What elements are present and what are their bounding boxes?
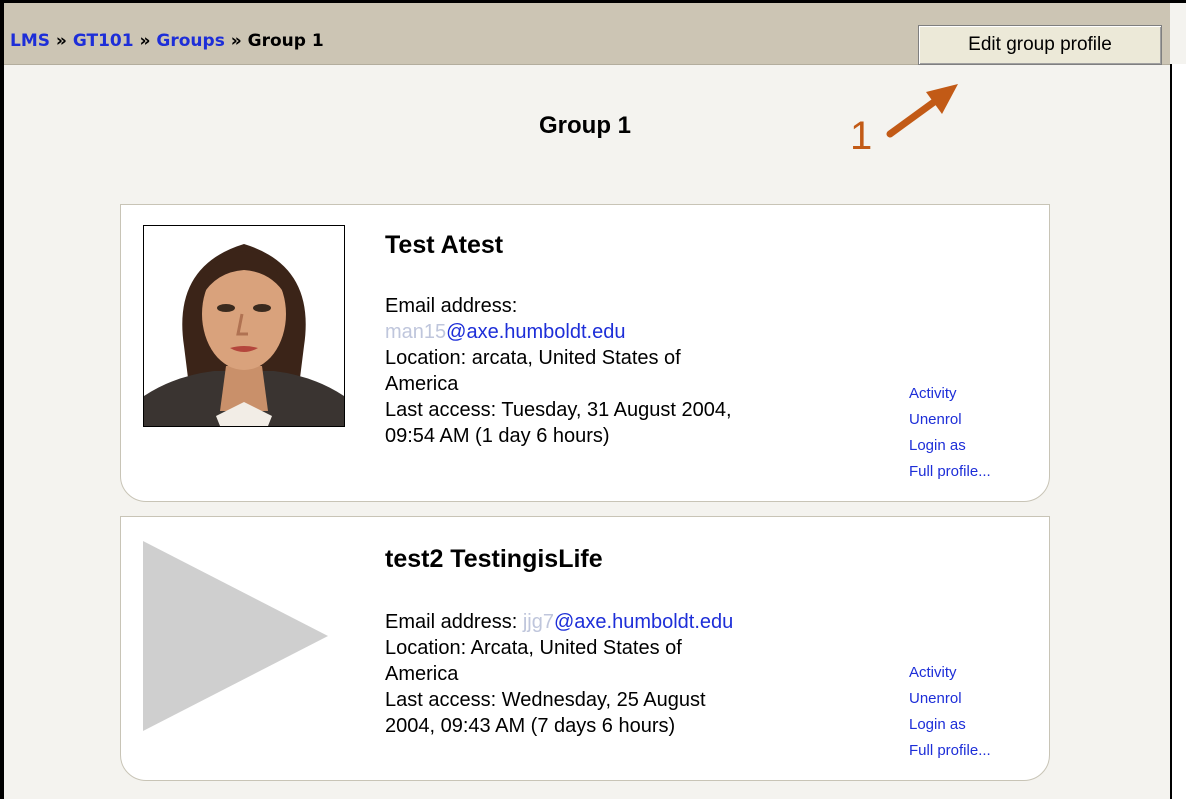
email-user: jjg7 bbox=[522, 611, 554, 633]
login-as-link[interactable]: Login as bbox=[909, 712, 991, 738]
breadcrumb-course[interactable]: GT101 bbox=[73, 31, 134, 51]
location-line: Location: arcata, United States of bbox=[385, 347, 681, 369]
full-profile-link[interactable]: Full profile... bbox=[909, 459, 991, 485]
user-info: Email address: jjg7@axe.humboldt.edu Loc… bbox=[385, 609, 855, 739]
activity-link[interactable]: Activity bbox=[909, 660, 991, 686]
default-avatar-icon bbox=[143, 541, 328, 731]
email-label: Email address: bbox=[385, 611, 518, 633]
unenrol-link[interactable]: Unenrol bbox=[909, 686, 991, 712]
location-line: America bbox=[385, 663, 459, 685]
annotation-arrow-icon bbox=[886, 84, 958, 138]
location-line: America bbox=[385, 373, 459, 395]
avatar[interactable] bbox=[143, 541, 343, 741]
right-margin bbox=[1172, 64, 1186, 799]
login-as-link[interactable]: Login as bbox=[909, 433, 991, 459]
email-link[interactable]: man15@axe.humboldt.edu bbox=[385, 319, 855, 345]
breadcrumb: LMS » GT101 » Groups » Group 1 bbox=[10, 31, 324, 51]
edit-group-profile-button[interactable]: Edit group profile bbox=[918, 25, 1162, 65]
full-profile-link[interactable]: Full profile... bbox=[909, 738, 991, 764]
user-name[interactable]: test2 TestingisLife bbox=[385, 545, 603, 574]
user-actions: Activity Unenrol Login as Full profile..… bbox=[909, 381, 991, 485]
activity-link[interactable]: Activity bbox=[909, 381, 991, 407]
user-card: Test Atest Email address: man15@axe.humb… bbox=[120, 204, 1050, 502]
user-actions: Activity Unenrol Login as Full profile..… bbox=[909, 660, 991, 764]
last-access-line: Last access: Tuesday, 31 August 2004, bbox=[385, 399, 732, 421]
breadcrumb-lms[interactable]: LMS bbox=[10, 31, 50, 51]
last-access-line: 2004, 09:43 AM (7 days 6 hours) bbox=[385, 715, 676, 737]
page-title: Group 1 bbox=[538, 112, 631, 139]
email-label: Email address: bbox=[385, 295, 518, 317]
avatar[interactable] bbox=[143, 225, 345, 427]
breadcrumb-current: Group 1 bbox=[247, 31, 324, 51]
user-card: test2 TestingisLife Email address: jjg7@… bbox=[120, 516, 1050, 781]
annotation-number: 1 bbox=[850, 114, 873, 158]
user-name[interactable]: Test Atest bbox=[385, 231, 503, 260]
breadcrumb-groups[interactable]: Groups bbox=[156, 31, 224, 51]
location-line: Location: Arcata, United States of bbox=[385, 637, 682, 659]
breadcrumb-separator: » bbox=[230, 31, 242, 51]
user-photo-icon bbox=[144, 226, 344, 426]
navbar: LMS » GT101 » Groups » Group 1 Edit grou… bbox=[4, 3, 1170, 65]
email-user: man15 bbox=[385, 321, 447, 343]
breadcrumb-separator: » bbox=[55, 31, 67, 51]
email-link[interactable]: Email address: jjg7@axe.humboldt.edu bbox=[385, 609, 855, 635]
user-info: Email address: man15@axe.humboldt.edu Lo… bbox=[385, 293, 855, 449]
email-domain[interactable]: @axe.humboldt.edu bbox=[446, 321, 625, 343]
email-domain[interactable]: @axe.humboldt.edu bbox=[554, 611, 733, 633]
unenrol-link[interactable]: Unenrol bbox=[909, 407, 991, 433]
breadcrumb-separator: » bbox=[139, 31, 151, 51]
last-access-line: 09:54 AM (1 day 6 hours) bbox=[385, 425, 610, 447]
last-access-line: Last access: Wednesday, 25 August bbox=[385, 689, 706, 711]
